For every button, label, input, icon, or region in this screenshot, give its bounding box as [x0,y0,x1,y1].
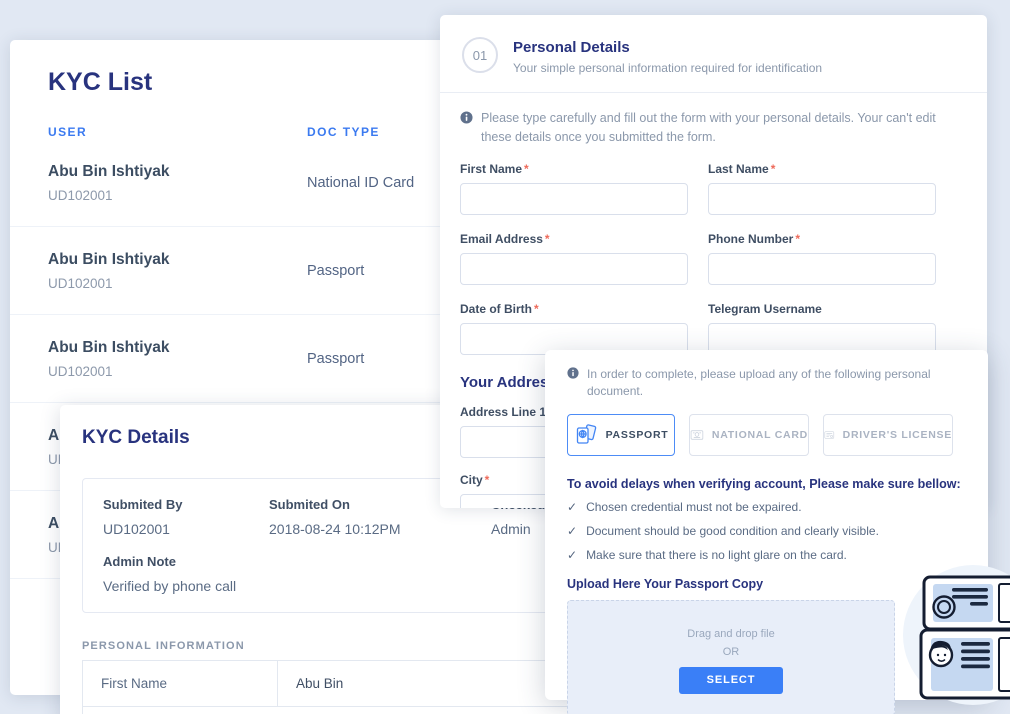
doc-type-label: PASSPORT [606,429,669,441]
table-row[interactable]: Abu Bin Ishtiyak UD102001 National ID Ca… [10,139,442,227]
license-card-graphic [921,630,1010,698]
check-icon: ✓ [567,524,577,539]
passport-icon [574,423,598,447]
first-name-value: Abu Bin [278,676,343,691]
kyc-list-title: KYC List [10,68,462,97]
column-header-doc-type[interactable]: DOC TYPE [307,125,424,139]
user-name: Abu Bin Ishtiyak [48,251,307,269]
doc-type-label: DRIVER'S LICENSE [843,429,952,441]
doc-type-drivers-license-button[interactable]: DRIVER'S LICENSE [823,414,953,456]
telegram-label: Telegram Username [708,302,936,316]
form-note: Please type carefully and fill out the f… [481,109,967,148]
required-mark: * [524,162,529,176]
user-id: UD102001 [48,364,307,379]
info-icon [567,367,579,379]
kyc-admin-page: KYC List USER DOC TYPE Abu Bin Ishtiyak … [0,0,1010,714]
submitted-on-value: 2018-08-24 10:12PM [269,521,491,537]
passport-card-graphic [924,577,1010,629]
id-cards-illustration [900,560,1010,714]
email-label: Email Address* [460,232,688,246]
upload-note: In order to complete, please upload any … [587,366,966,400]
dropzone-hint: Drag and drop file [568,628,894,640]
phone-field[interactable] [708,253,936,285]
user-id: UD102001 [48,188,307,203]
doc-type-label: NATIONAL CARD [712,429,808,441]
select-file-button[interactable]: SELECT [679,667,783,694]
required-mark: * [795,232,800,246]
doc-type-passport-button[interactable]: PASSPORT [567,414,675,456]
kyc-list-header: USER DOC TYPE [10,125,462,139]
first-name-label: First Name [83,661,278,706]
submitted-by-label: Submited By [103,497,269,512]
step-number-badge: 01 [462,37,498,73]
national-card-icon [690,424,704,446]
user-id: UD102001 [48,276,307,291]
check-icon: ✓ [567,500,577,515]
doc-type-national-card-button[interactable]: NATIONAL CARD [689,414,809,456]
required-mark: * [545,232,550,246]
email-field[interactable] [460,253,688,285]
dob-label: Date of Birth* [460,302,688,316]
required-mark: * [485,473,490,487]
file-dropzone[interactable]: Drag and drop file OR SELECT [567,600,895,714]
checklist-item: ✓ Chosen credential must not be expaired… [567,500,966,515]
info-icon [460,111,473,124]
check-icon: ✓ [567,548,577,563]
submitted-by-value: UD102001 [103,521,269,537]
required-mark: * [771,162,776,176]
dropzone-or: OR [568,646,894,658]
table-row[interactable]: Abu Bin Ishtiyak UD102001 Passport [10,315,442,403]
first-name-field[interactable] [460,183,688,215]
user-name: Abu Bin Ishtiyak [48,163,307,181]
first-name-label: First Name* [460,162,688,176]
last-name-label: Last Name* [708,162,936,176]
doc-type-value: Passport [307,351,424,367]
table-row[interactable]: Abu Bin Ishtiyak UD102001 Passport [10,227,442,315]
personal-details-title: Personal Details [513,39,822,56]
personal-details-subtitle: Your simple personal information require… [513,61,822,75]
doc-type-value: Passport [307,263,424,279]
drivers-license-icon [824,424,835,446]
last-name-field[interactable] [708,183,936,215]
column-header-user[interactable]: USER [48,125,307,139]
verify-instructions-title: To avoid delays when verifying account, … [567,477,966,491]
checklist-item: ✓ Document should be good condition and … [567,524,966,539]
phone-label: Phone Number* [708,232,936,246]
doc-type-value: National ID Card [307,175,424,191]
user-name: Abu Bin Ishtiyak [48,339,307,357]
required-mark: * [534,302,539,316]
